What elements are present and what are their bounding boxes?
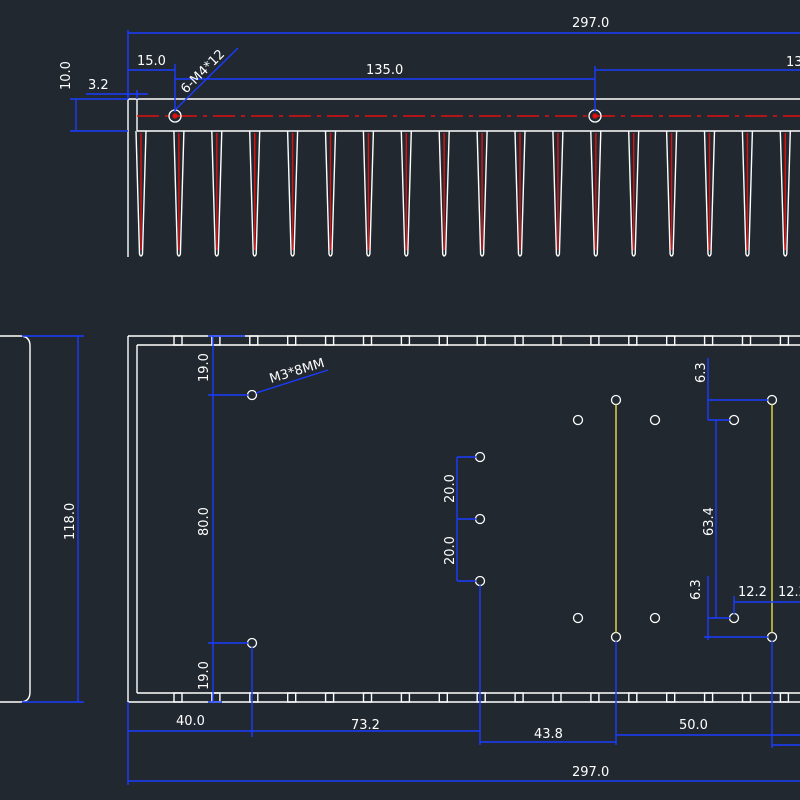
dim-text-20-a: 20.0 <box>443 474 458 503</box>
dim-text-43-8: 43.8 <box>534 727 563 742</box>
dim-text-80: 80.0 <box>197 507 212 536</box>
dim-text-3-2: 3.2 <box>88 78 109 93</box>
dim-text-10: 10.0 <box>59 61 74 90</box>
cad-drawing-canvas: 297.0 15.0 135.0 13 10.0 3.2 6-M4*12 118… <box>0 0 800 800</box>
dim-text-297-top: 297.0 <box>572 16 609 31</box>
dim-text-12-2-a: 12.2 <box>738 585 767 600</box>
dim-text-6-3-a: 6.3 <box>694 362 709 383</box>
dim-text-73-2: 73.2 <box>351 718 380 733</box>
dim-text-118: 118.0 <box>63 503 78 540</box>
dim-text-13-cut: 13 <box>786 55 800 70</box>
dim-text-40: 40.0 <box>176 714 205 729</box>
dim-text-19-bottom: 19.0 <box>197 661 212 690</box>
dim-text-50: 50.0 <box>679 718 708 733</box>
dim-text-6-3-b: 6.3 <box>689 579 704 600</box>
dim-text-20-b: 20.0 <box>443 536 458 565</box>
dim-text-19-top: 19.0 <box>197 353 212 382</box>
dim-text-63-4: 63.4 <box>702 507 717 536</box>
drawing-background <box>0 0 800 800</box>
dim-text-135: 135.0 <box>366 63 403 78</box>
dim-text-15: 15.0 <box>137 54 166 69</box>
dim-text-297-bottom: 297.0 <box>572 765 609 780</box>
dim-text-12-2-b: 12.2 <box>778 585 800 600</box>
